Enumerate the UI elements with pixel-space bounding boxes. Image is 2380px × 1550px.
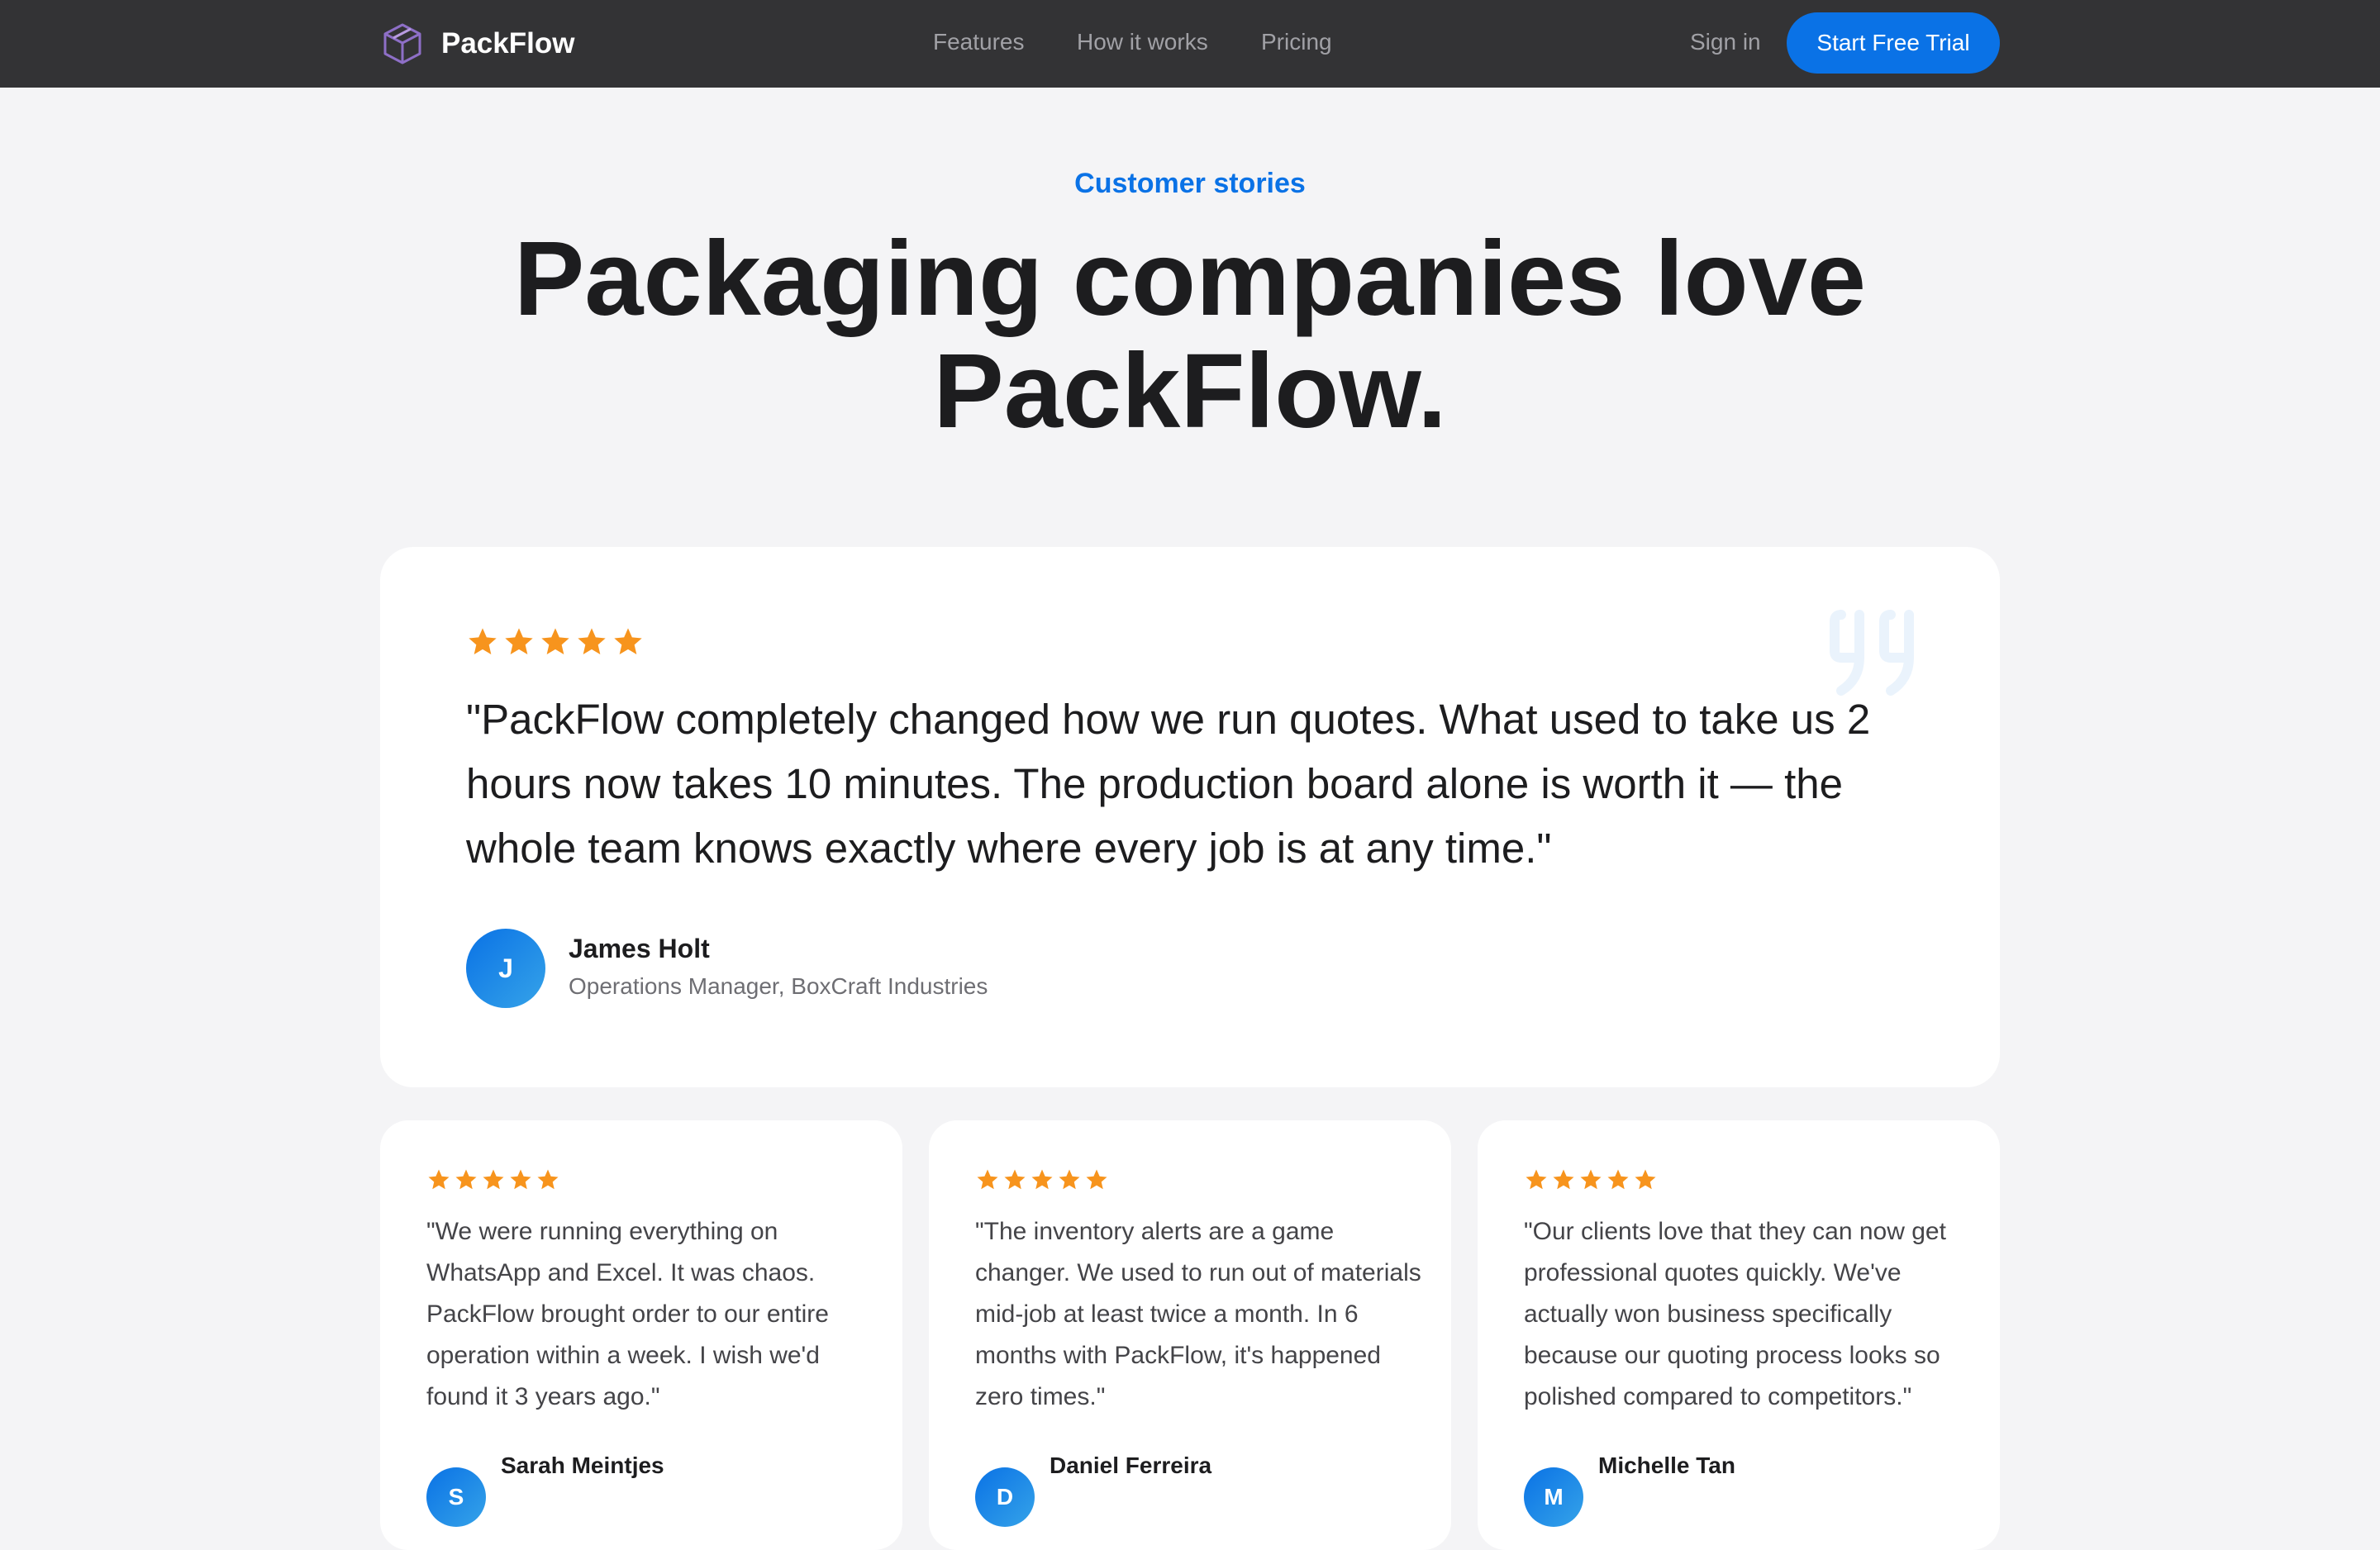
star-icon xyxy=(455,1169,477,1190)
author-role: Operations Manager, BoxCraft Industries xyxy=(569,973,988,999)
avatar: M xyxy=(1524,1467,1583,1527)
star-icon xyxy=(483,1169,504,1190)
testimonial-quote: "The inventory alerts are a game changer… xyxy=(975,1218,1421,1410)
star-icon xyxy=(469,628,497,654)
sign-in-link[interactable]: Sign in xyxy=(1690,29,1761,55)
star-icon xyxy=(1553,1169,1574,1190)
star-icon xyxy=(578,628,606,654)
star-icon xyxy=(428,1169,450,1190)
star-rating xyxy=(426,1167,563,1192)
section-eyebrow: Customer stories xyxy=(1074,168,1306,199)
quote-mark-icon xyxy=(1830,610,1915,696)
featured-testimonial-card: "PackFlow completely changed how we run … xyxy=(380,547,2000,1087)
testimonial-quote: "Our clients love that they can now get … xyxy=(1524,1218,1946,1410)
page-title: Packaging companies love PackFlow. xyxy=(513,220,1867,450)
author-name: Michelle Tan xyxy=(1598,1453,1735,1478)
star-icon xyxy=(977,1169,998,1190)
star-icon xyxy=(614,628,642,654)
avatar: S xyxy=(426,1467,486,1527)
star-rating xyxy=(1524,1167,1660,1192)
author-name: Daniel Ferreira xyxy=(1050,1453,1212,1478)
testimonial-card: "We were running everything on WhatsApp … xyxy=(380,1120,902,1550)
star-icon xyxy=(1635,1169,1656,1190)
author-name: Sarah Meintjes xyxy=(501,1453,664,1478)
testimonial-card: "The inventory alerts are a game changer… xyxy=(929,1120,1451,1550)
star-icon xyxy=(510,1169,531,1190)
featured-quote-text: "PackFlow completely changed how we run … xyxy=(466,696,1871,872)
star-icon xyxy=(1004,1169,1026,1190)
avatar: D xyxy=(975,1467,1035,1527)
nav-link-features[interactable]: Features xyxy=(933,29,1025,55)
star-icon xyxy=(541,628,569,654)
logo-text: PackFlow xyxy=(441,27,575,59)
star-icon xyxy=(505,628,533,654)
author-name: James Holt xyxy=(569,934,710,963)
logo[interactable]: PackFlow xyxy=(380,20,574,68)
star-icon xyxy=(1059,1169,1080,1190)
star-rating xyxy=(975,1167,1111,1192)
star-icon xyxy=(1580,1169,1602,1190)
star-icon xyxy=(1607,1169,1629,1190)
top-navbar: PackFlow Features How it works Pricing S… xyxy=(0,0,2380,88)
testimonial-quote: "We were running everything on WhatsApp … xyxy=(426,1218,829,1410)
nav-link-pricing[interactable]: Pricing xyxy=(1261,29,1332,55)
avatar: J xyxy=(466,929,545,1008)
star-icon xyxy=(1031,1169,1053,1190)
star-icon xyxy=(1086,1169,1107,1190)
package-logo-icon xyxy=(383,23,421,64)
star-icon xyxy=(1526,1169,1547,1190)
star-rating xyxy=(466,625,648,659)
start-free-trial-button[interactable]: Start Free Trial xyxy=(1787,12,2000,74)
star-icon xyxy=(537,1169,559,1190)
testimonial-card: "Our clients love that they can now get … xyxy=(1478,1120,2000,1550)
nav-link-how-it-works[interactable]: How it works xyxy=(1077,29,1208,55)
